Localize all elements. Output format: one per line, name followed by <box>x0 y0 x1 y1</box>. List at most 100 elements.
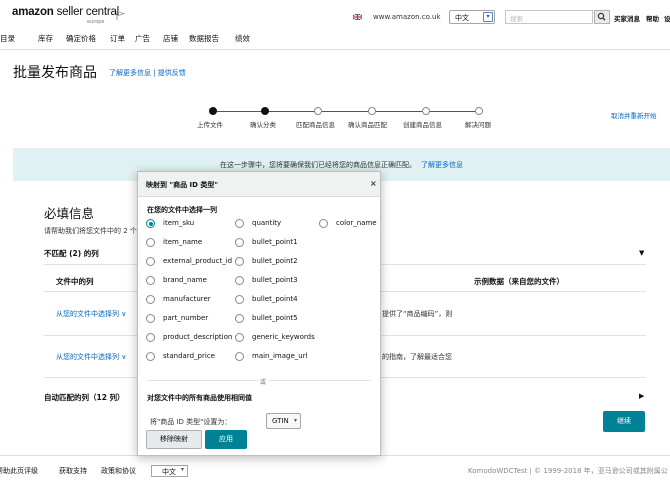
step-dot-create-info <box>422 107 430 115</box>
nav-reports[interactable]: 数据报告 <box>189 33 219 44</box>
option-label: main_image_url <box>252 352 308 360</box>
close-icon[interactable]: × <box>370 179 377 188</box>
help-link[interactable]: 帮助 <box>646 13 659 23</box>
nav-advertising[interactable]: 广告 <box>135 33 150 44</box>
caret-right-icon[interactable]: ▶ <box>639 392 644 400</box>
nav-inventory[interactable]: 库存 <box>38 33 53 44</box>
banner-text: 在这一步骤中，您将要确保我们已经将您的商品信息正确匹配。 了解更多信息 <box>220 160 463 170</box>
radio[interactable] <box>319 219 328 228</box>
chevron-down-icon: ▾ <box>293 417 297 424</box>
mismatched-columns-heading[interactable]: 不匹配 (2) 的列 <box>44 248 99 259</box>
radio[interactable] <box>146 276 155 285</box>
step-dot-upload <box>209 107 217 115</box>
footer-language-select[interactable]: 中文 ▾ <box>151 465 188 477</box>
option-label: bullet_point1 <box>252 238 298 246</box>
option-label: color_name <box>336 219 377 227</box>
required-info-hint: 请帮助我们将您文件中的 2 个 <box>44 227 137 235</box>
apply-button[interactable]: 应用 <box>205 430 247 449</box>
option-label: external_product_id <box>163 257 233 265</box>
step-label: 匹配商品信息 <box>296 121 335 129</box>
banner-message: 在这一步骤中，您将要确保我们已经将您的商品信息正确匹配。 <box>220 161 416 169</box>
product-id-type-select[interactable]: GTIN ▾ <box>266 413 301 429</box>
continue-button[interactable]: 继续 <box>603 411 645 432</box>
option-label: part_number <box>163 314 209 322</box>
footer-policies-link[interactable]: 政策和协议 <box>101 466 136 476</box>
settings-link[interactable]: 设 <box>664 13 670 23</box>
radio[interactable] <box>146 257 155 266</box>
logo-region: europe <box>87 19 105 25</box>
apply-same-value-heading: 对您文件中的所有商品使用相同值 <box>147 394 252 402</box>
learn-more-feedback-links[interactable]: 了解更多信息 | 提供反馈 <box>109 68 186 78</box>
caret-down-icon[interactable]: ▼ <box>639 249 644 257</box>
or-divider-label: 或 <box>258 377 269 386</box>
nav-pricing[interactable]: 确定价格 <box>66 33 96 44</box>
main-nav: 目录 库存 确定价格 订单 广告 店铺 数据报告 绩效 <box>0 31 670 46</box>
option-label: manufacturer <box>163 295 211 303</box>
option-label: bullet_point3 <box>252 276 298 284</box>
search-button[interactable] <box>594 10 610 24</box>
nav-stores[interactable]: 店铺 <box>163 33 178 44</box>
chevron-down-icon: ▾ <box>180 466 184 473</box>
option-label: generic_keywords <box>252 333 315 341</box>
footer-rate-page-link[interactable]: 帮助此页评级 <box>0 466 38 476</box>
flag-icon[interactable] <box>115 10 125 20</box>
search-icon <box>597 12 606 21</box>
modal-subtitle: 在您的文件中选择一列 <box>147 206 217 214</box>
step-label: 确认商品匹配 <box>348 121 387 129</box>
remove-mapping-button[interactable]: 移除映射 <box>146 430 202 449</box>
required-info-title: 必填信息 <box>44 206 95 221</box>
radio[interactable] <box>146 238 155 247</box>
column-header-example: 示例数据（来自您的文件） <box>474 277 564 286</box>
select-column-dropdown[interactable]: 从您的文件中选择列 ∨ <box>56 352 126 362</box>
radio[interactable] <box>235 257 244 266</box>
column-header-file: 文件中的列 <box>56 277 94 286</box>
radio[interactable] <box>235 295 244 304</box>
buyer-messages-link[interactable]: 买家消息 <box>614 13 640 23</box>
chevron-down-icon: ▾ <box>483 12 493 22</box>
nav-orders[interactable]: 订单 <box>110 33 125 44</box>
option-label: item_name <box>163 238 203 246</box>
nav-divider <box>0 49 670 50</box>
language-select[interactable]: 中文 ▾ <box>449 10 495 24</box>
uk-flag-icon <box>353 14 362 20</box>
radio[interactable] <box>235 352 244 361</box>
radio[interactable] <box>235 238 244 247</box>
mapping-modal: 映射到 "商品 ID 类型" × 在您的文件中选择一列 item_sku ite… <box>137 171 381 456</box>
seller-central-logo[interactable]: amazon seller central <box>12 6 119 18</box>
select-column-dropdown[interactable]: 从您的文件中选择列 ∨ <box>56 309 126 319</box>
stepper-line <box>213 111 479 112</box>
radio[interactable] <box>235 276 244 285</box>
step-dot-match-info <box>314 107 322 115</box>
top-header: amazon seller central europe www.amazon.… <box>0 0 670 30</box>
option-label: product_description <box>163 333 233 341</box>
page-title: 批量发布商品 <box>13 65 97 81</box>
radio-selected[interactable] <box>146 219 155 228</box>
radio[interactable] <box>146 333 155 342</box>
search-input[interactable]: 搜索 <box>505 10 593 24</box>
language-value: 中文 <box>455 14 469 22</box>
radio[interactable] <box>235 314 244 323</box>
marketplace-domain[interactable]: www.amazon.co.uk <box>373 13 441 21</box>
radio[interactable] <box>235 333 244 342</box>
option-label: standard_price <box>163 352 215 360</box>
radio[interactable] <box>235 219 244 228</box>
radio[interactable] <box>146 314 155 323</box>
radio[interactable] <box>146 352 155 361</box>
auto-matched-columns-heading[interactable]: 自动匹配的列（12 列） <box>44 392 125 403</box>
step-dot-resolve <box>475 107 483 115</box>
modal-title: 映射到 "商品 ID 类型" <box>146 181 219 189</box>
row-description: 的指南，了解最适合您 <box>382 353 452 361</box>
step-dot-confirm-match <box>368 107 376 115</box>
logo-product: seller central <box>53 6 120 18</box>
option-label: bullet_point5 <box>252 314 298 322</box>
banner-learn-more-link[interactable]: 了解更多信息 <box>421 161 463 169</box>
nav-performance[interactable]: 绩效 <box>235 33 250 44</box>
nav-catalog[interactable]: 目录 <box>0 33 15 44</box>
footer-support-link[interactable]: 获取支持 <box>59 466 87 476</box>
product-id-type-value: GTIN <box>272 417 289 425</box>
radio[interactable] <box>146 295 155 304</box>
step-label: 解决问题 <box>465 121 491 129</box>
row-description: 提供了“商品编码”，则 <box>382 310 453 318</box>
cancel-restart-link[interactable]: 取消并重新开始 <box>611 110 657 120</box>
footer-language-value: 中文 <box>162 468 176 476</box>
